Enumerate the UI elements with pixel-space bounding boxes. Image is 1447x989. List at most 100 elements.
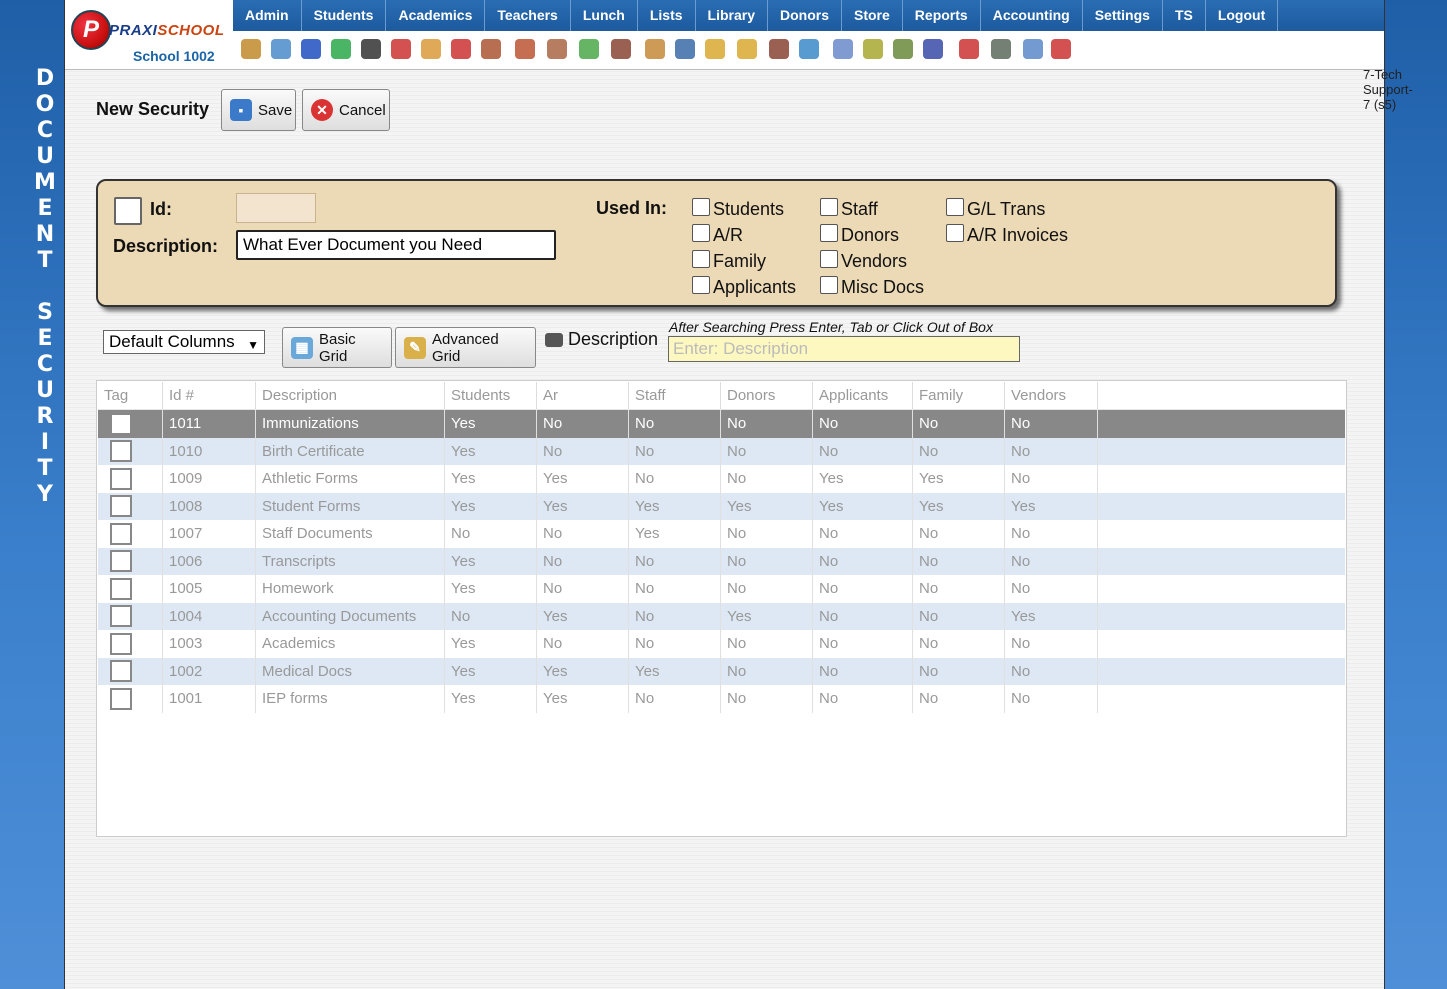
cash-icon[interactable] (991, 39, 1011, 59)
search-input[interactable] (668, 336, 1020, 362)
used-in-ar-checkbox[interactable] (692, 224, 710, 242)
used-in-vendors-checkbox[interactable] (820, 250, 838, 268)
megaphone-icon[interactable] (481, 39, 501, 59)
family-icon[interactable] (611, 39, 631, 59)
nav-accounting[interactable]: Accounting (981, 0, 1083, 31)
save-button[interactable]: ▪ Save (221, 89, 296, 131)
bell-icon[interactable] (705, 39, 725, 59)
nav-logout[interactable]: Logout (1206, 0, 1279, 31)
report-icon[interactable] (833, 39, 853, 59)
used-in-applicants-checkbox[interactable] (692, 276, 710, 294)
id-checkbox[interactable] (114, 197, 142, 225)
column-header-id[interactable]: Id # (162, 382, 256, 410)
used-in-staff-checkbox[interactable] (820, 198, 838, 216)
used-in-donors-checkbox[interactable] (820, 224, 838, 242)
printer-icon[interactable] (893, 39, 913, 59)
nav-reports[interactable]: Reports (903, 0, 981, 31)
nav-students[interactable]: Students (302, 0, 387, 31)
used-in-ar-invoices-checkbox[interactable] (946, 224, 964, 242)
table-row[interactable]: 1007 Staff Documents No No Yes No No No No (98, 520, 1345, 548)
nav-settings[interactable]: Settings (1083, 0, 1163, 31)
table-row[interactable]: 1005 Homework Yes No No No No No No (98, 575, 1345, 603)
tag-checkbox[interactable] (110, 632, 132, 655)
nav-library[interactable]: Library (696, 0, 768, 31)
column-header-family[interactable]: Family (912, 382, 1005, 410)
table-cell: No (1004, 685, 1098, 713)
id-field[interactable] (236, 193, 316, 223)
student-add-icon[interactable] (515, 39, 535, 59)
columns-select[interactable]: Default Columns ▼ (103, 330, 265, 354)
column-header-ar[interactable]: Ar (536, 382, 629, 410)
tag-checkbox[interactable] (110, 577, 132, 600)
tag-checkbox[interactable] (110, 467, 132, 490)
tag-checkbox[interactable] (110, 605, 132, 628)
lunch-icon[interactable] (645, 39, 665, 59)
used-in-misc-docs-checkbox[interactable] (820, 276, 838, 294)
table-row[interactable]: 1004 Accounting Documents No Yes No Yes No No Ye… (98, 602, 1345, 630)
nav-admin[interactable]: Admin (233, 0, 302, 31)
table-row[interactable]: 1001 IEP forms Yes Yes No No No No No (98, 685, 1345, 713)
tag-checkbox[interactable] (110, 495, 132, 518)
nav-lunch[interactable]: Lunch (571, 0, 638, 31)
table-row[interactable]: 1003 Academics Yes No No No No No No (98, 630, 1345, 658)
phone-icon[interactable] (361, 39, 381, 59)
chat-icon[interactable] (331, 39, 351, 59)
nav-academics[interactable]: Academics (386, 0, 486, 31)
nav-store[interactable]: Store (842, 0, 903, 31)
basic-grid-button[interactable]: ▦ Basic Grid (282, 327, 392, 368)
column-header-tag[interactable]: Tag (98, 382, 163, 410)
tag-checkbox[interactable] (110, 440, 132, 463)
advanced-grid-button[interactable]: ✎ Advanced Grid (395, 327, 536, 368)
row-filler (1098, 520, 1346, 548)
ap-icon[interactable] (923, 39, 943, 59)
grid-icon[interactable] (271, 39, 291, 59)
help-icon[interactable] (1023, 39, 1043, 59)
icon-toolbar: 7-Tech Support-7 (s5) (233, 31, 1413, 112)
stop-icon[interactable] (1051, 39, 1071, 59)
search-hint: After Searching Press Enter, Tab or Clic… (669, 319, 993, 335)
money-icon[interactable] (579, 39, 599, 59)
clock-icon[interactable] (799, 39, 819, 59)
table-row[interactable]: 1006 Transcripts Yes No No No No No No (98, 547, 1345, 575)
tag-checkbox[interactable] (110, 550, 132, 573)
table-cell: No (1004, 630, 1098, 658)
table-row[interactable]: 1002 Medical Docs Yes Yes Yes No No No No (98, 657, 1345, 685)
column-header-students[interactable]: Students (444, 382, 537, 410)
notes-icon[interactable] (421, 39, 441, 59)
table-row[interactable]: 1011 Immunizations Yes No No No No No No (98, 409, 1345, 438)
column-header-description[interactable]: Description (255, 382, 445, 410)
tag-checkbox[interactable] (110, 687, 132, 710)
mute-icon[interactable] (391, 39, 411, 59)
tag-checkbox[interactable] (110, 412, 132, 435)
used-in-students-checkbox[interactable] (692, 198, 710, 216)
used-in-gl-trans-checkbox[interactable] (946, 198, 964, 216)
column-header-staff[interactable]: Staff (628, 382, 721, 410)
book-icon[interactable] (675, 39, 695, 59)
staff-icon[interactable] (769, 39, 789, 59)
nav-teachers[interactable]: Teachers (485, 0, 571, 31)
student-icon[interactable] (547, 39, 567, 59)
email-icon[interactable] (301, 39, 321, 59)
table-row[interactable]: 1010 Birth Certificate Yes No No No No No No (98, 437, 1345, 465)
export-icon[interactable] (737, 39, 757, 59)
nav-donors[interactable]: Donors (768, 0, 842, 31)
nav-lists[interactable]: Lists (638, 0, 696, 31)
column-header-applicants[interactable]: Applicants (812, 382, 913, 410)
cancel-button[interactable]: ✕ Cancel (302, 89, 390, 131)
nav-ts[interactable]: TS (1163, 0, 1206, 31)
pdf-icon[interactable] (959, 39, 979, 59)
description-field[interactable] (236, 230, 556, 260)
table-cell: No (720, 465, 813, 493)
card-icon[interactable] (863, 39, 883, 59)
search-icon[interactable] (241, 39, 261, 59)
table-row[interactable]: 1008 Student Forms Yes Yes Yes Yes Yes Yes Yes (98, 492, 1345, 520)
calendar-icon[interactable] (451, 39, 471, 59)
column-header-vendors[interactable]: Vendors (1004, 382, 1098, 410)
used-in-family-checkbox[interactable] (692, 250, 710, 268)
column-header-donors[interactable]: Donors (720, 382, 813, 410)
tag-checkbox[interactable] (110, 522, 132, 545)
tag-checkbox[interactable] (110, 660, 132, 683)
table-row[interactable]: 1009 Athletic Forms Yes Yes No No Yes Yes No (98, 465, 1345, 493)
tag-cell (98, 409, 163, 438)
table-cell: No (812, 685, 913, 713)
